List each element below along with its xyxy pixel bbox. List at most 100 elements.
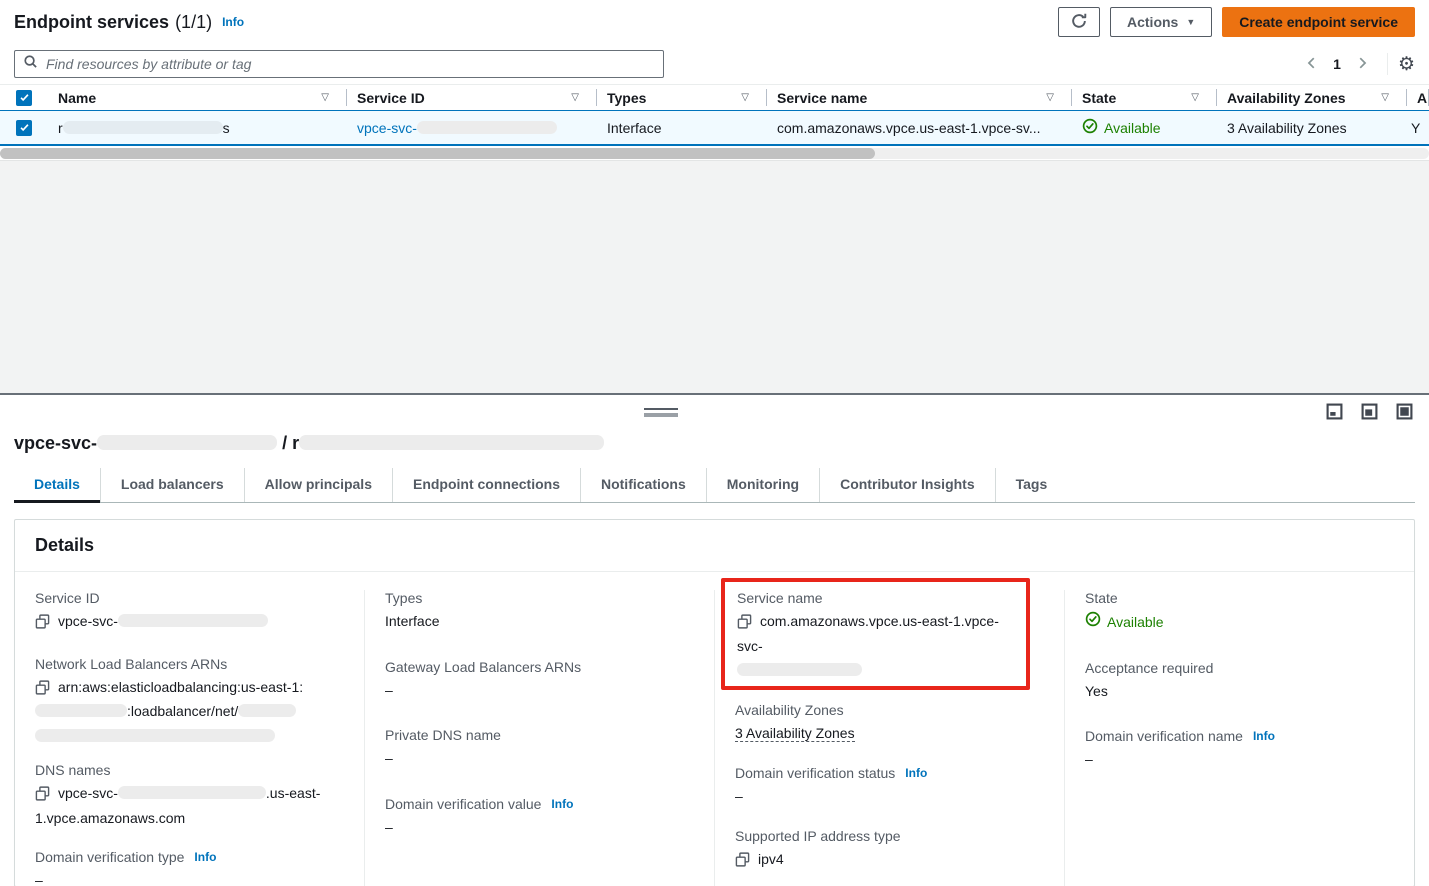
redacted-text xyxy=(299,435,604,450)
next-page-button[interactable] xyxy=(1347,52,1377,77)
settings-gear-button[interactable]: ⚙ xyxy=(1398,55,1415,74)
availability-zones-link[interactable]: 3 Availability Zones xyxy=(1227,120,1347,136)
table-row[interactable]: rs vpce-svc- Interface com.amazonaws.vpc… xyxy=(0,110,1429,146)
tab-contributor-insights[interactable]: Contributor Insights xyxy=(819,468,995,502)
field-label: Availability Zones xyxy=(735,702,844,718)
info-link[interactable]: Info xyxy=(222,15,244,29)
info-link[interactable]: Info xyxy=(551,797,573,811)
filter-icon[interactable]: ▽ xyxy=(1381,92,1397,103)
redacted-text xyxy=(737,663,862,676)
filter-icon[interactable]: ▽ xyxy=(1046,92,1062,103)
copy-icon[interactable] xyxy=(35,786,50,808)
tab-monitoring[interactable]: Monitoring xyxy=(706,468,819,502)
chevron-down-icon: ▼ xyxy=(1186,17,1195,27)
tab-tags[interactable]: Tags xyxy=(995,468,1068,502)
filter-icon[interactable]: ▽ xyxy=(1191,92,1207,103)
row-checkbox[interactable] xyxy=(16,120,32,136)
column-header-state[interactable]: State ▽ xyxy=(1072,85,1217,110)
field-label: Private DNS name xyxy=(385,727,501,743)
actions-button[interactable]: Actions ▼ xyxy=(1110,7,1212,37)
info-link[interactable]: Info xyxy=(194,850,216,864)
field-domain-verification-value: Domain verification valueInfo – xyxy=(385,796,694,839)
chevron-right-icon xyxy=(1355,56,1369,73)
divider xyxy=(1387,53,1388,75)
field-label: DNS names xyxy=(35,762,110,778)
detail-title: vpce-svc- / r xyxy=(14,395,1415,454)
name-text: r xyxy=(58,120,63,136)
detail-tabs: Details Load balancers Allow principals … xyxy=(14,468,1415,503)
info-link[interactable]: Info xyxy=(905,766,927,780)
select-all-cell xyxy=(0,90,48,106)
cell-service-id: vpce-svc- xyxy=(347,120,597,136)
field-empty-value: – xyxy=(385,680,694,702)
copy-icon[interactable] xyxy=(735,852,750,874)
dns-name-value: vpce-svc- xyxy=(58,785,118,801)
filter-icon[interactable]: ▽ xyxy=(741,92,757,103)
details-column-2: Types Interface Gateway Load Balancers A… xyxy=(364,590,714,886)
filter-icon[interactable]: ▽ xyxy=(321,92,337,103)
column-header-label: Types xyxy=(607,90,646,106)
current-page-number[interactable]: 1 xyxy=(1327,56,1347,72)
state-value: Available xyxy=(1107,612,1164,634)
ip-type-value: ipv4 xyxy=(758,851,784,867)
field-availability-zones: Availability Zones 3 Availability Zones xyxy=(735,702,1044,745)
field-acceptance-required: Acceptance required Yes xyxy=(1085,660,1394,703)
field-types: Types Interface xyxy=(385,590,694,633)
details-column-1: Service ID vpce-svc- Network Load Balanc… xyxy=(15,590,364,886)
copy-icon[interactable] xyxy=(35,614,50,636)
previous-page-button[interactable] xyxy=(1297,52,1327,77)
search-input[interactable] xyxy=(46,56,655,72)
tab-load-balancers[interactable]: Load balancers xyxy=(100,468,244,502)
tab-endpoint-connections[interactable]: Endpoint connections xyxy=(392,468,580,502)
cell-name: rs xyxy=(48,120,347,136)
panel-full-icon[interactable] xyxy=(1396,403,1413,420)
actions-label: Actions xyxy=(1127,14,1178,30)
split-panel-drag-handle[interactable] xyxy=(644,408,678,417)
create-endpoint-service-button[interactable]: Create endpoint service xyxy=(1222,7,1415,37)
field-label: Types xyxy=(385,590,422,606)
page-header: Endpoint services (1/1) Info Actions ▼ C… xyxy=(0,0,1429,44)
scrollbar-track[interactable] xyxy=(0,148,1429,159)
cell-acceptance: Y xyxy=(1407,120,1429,136)
info-link[interactable]: Info xyxy=(1253,729,1275,743)
column-header-acceptance[interactable]: A xyxy=(1407,85,1429,110)
tab-allow-principals[interactable]: Allow principals xyxy=(244,468,392,502)
select-all-checkbox[interactable] xyxy=(16,90,32,106)
filter-icon[interactable]: ▽ xyxy=(571,92,587,103)
filter-row: 1 ⚙ xyxy=(0,44,1429,84)
column-header-label: Service name xyxy=(777,90,867,106)
column-header-service-name[interactable]: Service name ▽ xyxy=(767,85,1072,110)
refresh-button[interactable] xyxy=(1058,7,1100,37)
scrollbar-thumb[interactable] xyxy=(0,148,875,159)
field-label: Domain verification status xyxy=(735,765,895,781)
service-id-link[interactable]: vpce-svc- xyxy=(357,120,557,136)
search-icon xyxy=(23,54,38,74)
cell-availability-zones: 3 Availability Zones xyxy=(1217,120,1407,136)
copy-icon[interactable] xyxy=(35,680,50,702)
field-label: Gateway Load Balancers ARNs xyxy=(385,659,581,675)
field-label: State xyxy=(1085,590,1118,606)
panel-size-controls xyxy=(1326,403,1413,420)
search-box xyxy=(14,50,664,78)
field-supported-ip-type: Supported IP address type ipv4 xyxy=(735,828,1044,874)
copy-icon[interactable] xyxy=(737,614,752,636)
field-service-id: Service ID vpce-svc- xyxy=(35,590,344,636)
tab-details[interactable]: Details xyxy=(14,468,100,502)
redacted-text xyxy=(35,704,127,717)
column-header-label: Name xyxy=(58,90,96,106)
empty-list-area xyxy=(0,160,1429,393)
field-label: Network Load Balancers ARNs xyxy=(35,656,227,672)
gear-icon: ⚙ xyxy=(1398,54,1415,75)
column-header-service-id[interactable]: Service ID ▽ xyxy=(347,85,597,110)
availability-zones-link[interactable]: 3 Availability Zones xyxy=(735,725,855,742)
column-header-availability-zones[interactable]: Availability Zones ▽ xyxy=(1217,85,1407,110)
field-service-name: Service name com.amazonaws.vpce.us-east-… xyxy=(737,590,1014,676)
tab-notifications[interactable]: Notifications xyxy=(580,468,706,502)
column-header-types[interactable]: Types ▽ xyxy=(597,85,767,110)
detail-title-name: r xyxy=(292,433,299,453)
panel-half-icon[interactable] xyxy=(1361,403,1378,420)
column-header-name[interactable]: Name ▽ xyxy=(48,85,347,110)
panel-small-icon[interactable] xyxy=(1326,403,1343,420)
cell-types: Interface xyxy=(597,120,767,136)
field-state: State Available xyxy=(1085,590,1394,634)
